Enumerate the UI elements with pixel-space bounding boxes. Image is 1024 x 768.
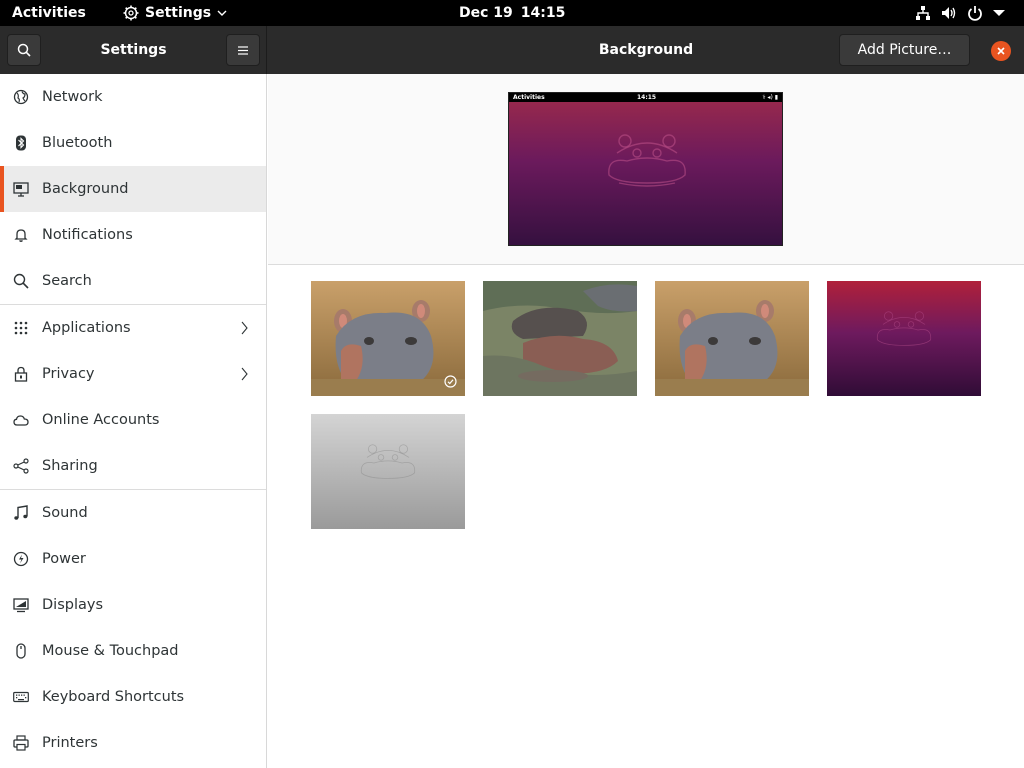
globe-icon xyxy=(13,89,29,105)
sidebar-item-label: Privacy xyxy=(42,366,95,382)
search-button[interactable] xyxy=(7,34,41,66)
sidebar-item-search[interactable]: Search xyxy=(0,258,266,304)
sidebar-item-label: Sound xyxy=(42,505,88,521)
wallpaper-thumbnail[interactable] xyxy=(311,414,465,529)
clock-time: 14:15 xyxy=(520,5,566,21)
main-content: Activities 14:15 ⚕ ◂) ▮ xyxy=(268,74,1024,768)
background-preview-area: Activities 14:15 ⚕ ◂) ▮ xyxy=(268,74,1024,265)
clock[interactable]: Dec 19 14:15 xyxy=(459,0,565,26)
primary-menu-button[interactable] xyxy=(226,34,260,66)
search-icon xyxy=(13,273,29,289)
app-menu[interactable]: Settings xyxy=(123,0,233,26)
sidebar-item-label: Bluetooth xyxy=(42,135,113,151)
sidebar-item-applications[interactable]: Applications xyxy=(0,305,266,351)
close-window-button[interactable] xyxy=(991,41,1011,61)
display-icon xyxy=(13,598,29,613)
volume-icon xyxy=(942,7,956,19)
app-menu-label: Settings xyxy=(145,5,212,21)
sidebar-title: Settings xyxy=(100,42,167,58)
gray-gradient-hippo-image xyxy=(311,414,465,529)
purple-gradient-hippo-image xyxy=(827,281,981,396)
sidebar-item-label: Printers xyxy=(42,735,98,751)
bluetooth-icon xyxy=(16,135,26,151)
search-icon xyxy=(17,43,31,57)
chevron-down-icon xyxy=(217,10,227,16)
sidebar-item-label: Network xyxy=(42,89,103,105)
keyboard-icon xyxy=(13,691,29,703)
sidebar-item-bluetooth[interactable]: Bluetooth xyxy=(0,120,266,166)
bell-icon xyxy=(14,229,28,242)
sidebar-item-notifications[interactable]: Notifications xyxy=(0,212,266,258)
power-icon xyxy=(968,6,982,21)
gear-icon xyxy=(123,5,139,21)
music-note-icon xyxy=(14,505,28,520)
sidebar-item-privacy[interactable]: Privacy xyxy=(0,351,266,397)
sidebar-item-network[interactable]: Network xyxy=(0,74,266,120)
printer-icon xyxy=(13,735,29,751)
sidebar-item-background[interactable]: Background xyxy=(0,166,266,212)
monitor-icon xyxy=(13,182,29,197)
sidebar-item-label: Sharing xyxy=(42,458,98,474)
sidebar-item-label: Mouse & Touchpad xyxy=(42,643,179,659)
sidebar-item-power[interactable]: Power xyxy=(0,536,266,582)
sidebar-item-label: Keyboard Shortcuts xyxy=(42,689,185,705)
clock-date: Dec 19 xyxy=(459,5,513,21)
caret-down-icon xyxy=(993,10,1005,16)
share-icon xyxy=(13,458,29,474)
close-icon xyxy=(997,47,1005,55)
power-icon xyxy=(13,551,29,567)
sidebar-item-label: Applications xyxy=(42,320,131,336)
lock-icon xyxy=(14,366,28,382)
selected-check-icon xyxy=(444,375,457,388)
top-bar: Activities Settings Dec 19 14:15 xyxy=(0,0,1024,26)
sidebar-item-label: Notifications xyxy=(42,227,133,243)
sidebar-item-keyboard-shortcuts[interactable]: Keyboard Shortcuts xyxy=(0,674,266,720)
sidebar-item-mouse-touchpad[interactable]: Mouse & Touchpad xyxy=(0,628,266,674)
activities-button[interactable]: Activities xyxy=(12,0,86,26)
chevron-right-icon xyxy=(241,367,248,381)
sidebar-item-printers[interactable]: Printers xyxy=(0,720,266,766)
sidebar-header: Settings xyxy=(0,26,267,74)
cloud-icon xyxy=(13,415,29,426)
hippos-in-water-image xyxy=(483,281,637,396)
mouse-icon xyxy=(16,643,26,659)
sidebar-item-label: Power xyxy=(42,551,86,567)
chevron-right-icon xyxy=(241,321,248,335)
header-bar: Settings Background Add Picture… xyxy=(0,26,1024,74)
hippo-closeup-alt-image xyxy=(655,281,809,396)
background-preview: Activities 14:15 ⚕ ◂) ▮ xyxy=(508,92,783,246)
preview-top-bar: Activities 14:15 ⚕ ◂) ▮ xyxy=(509,93,782,102)
sidebar-item-label: Online Accounts xyxy=(42,412,160,428)
sidebar-item-sharing[interactable]: Sharing xyxy=(0,443,266,489)
sidebar-item-label: Displays xyxy=(42,597,104,613)
network-wired-icon xyxy=(916,6,930,20)
sidebar-item-online-accounts[interactable]: Online Accounts xyxy=(0,397,266,443)
add-picture-button[interactable]: Add Picture… xyxy=(839,34,970,66)
sidebar-item-label: Search xyxy=(42,273,92,289)
sidebar-item-displays[interactable]: Displays xyxy=(0,582,266,628)
hippo-outline-icon xyxy=(608,134,686,187)
sidebar: Network Bluetooth Background Notificatio… xyxy=(0,74,267,768)
sidebar-item-sound[interactable]: Sound xyxy=(0,490,266,536)
status-menu[interactable] xyxy=(915,0,1005,26)
preview-status-icons: ⚕ ◂) ▮ xyxy=(762,94,778,101)
wallpaper-thumbnail[interactable] xyxy=(311,281,465,396)
preview-clock-label: 14:15 xyxy=(637,94,657,101)
wallpaper-thumbnail[interactable] xyxy=(827,281,981,396)
hippo-closeup-image xyxy=(311,281,465,396)
grid-icon xyxy=(14,321,28,335)
hamburger-icon xyxy=(238,45,248,55)
wallpaper-thumbnail[interactable] xyxy=(483,281,637,396)
wallpaper-thumbnail[interactable] xyxy=(655,281,809,396)
preview-activities-label: Activities xyxy=(513,94,545,101)
sidebar-item-label: Background xyxy=(42,181,129,197)
